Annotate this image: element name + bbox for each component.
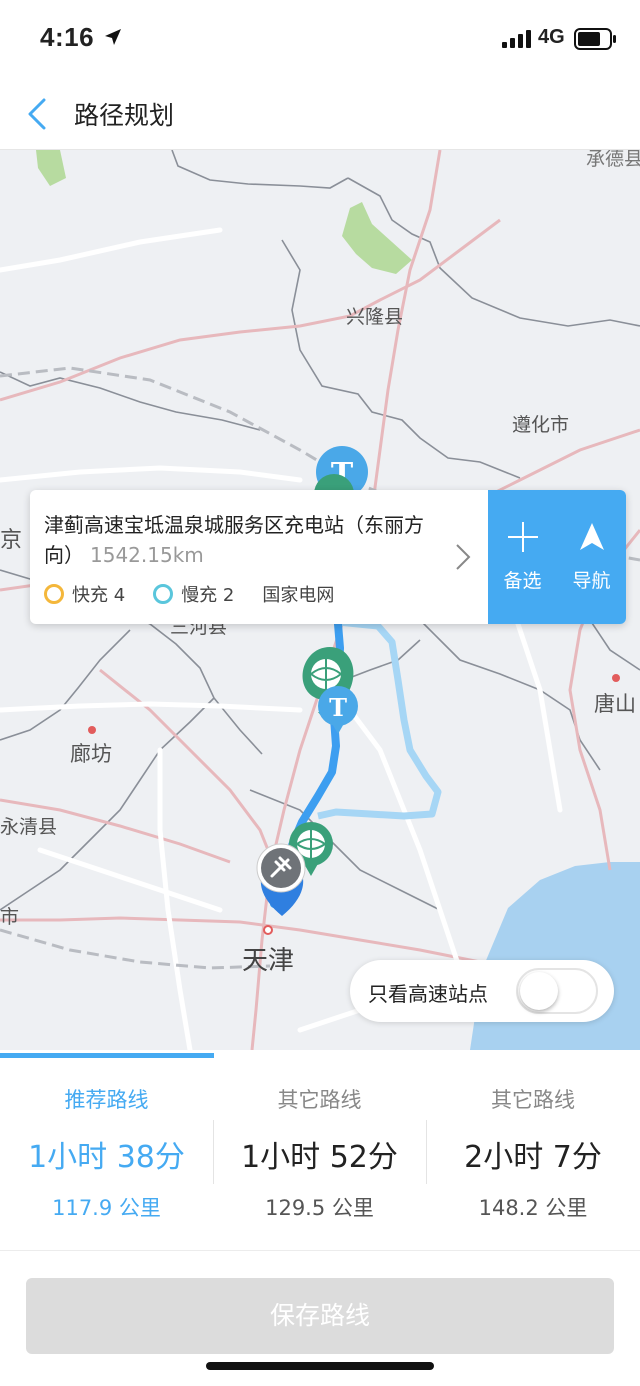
network-type: 4G xyxy=(538,26,565,48)
charger-summary: 快充 4 慢充 2 国家电网 xyxy=(44,582,334,606)
route-time: 1小时 38分 xyxy=(28,1140,185,1175)
station-operator: 国家电网 xyxy=(262,585,335,606)
navigate-label: 导航 xyxy=(572,570,611,592)
map-label-xinglong: 兴隆县 xyxy=(346,306,404,328)
home-indicator[interactable] xyxy=(206,1362,434,1370)
station-name: 津蓟高速宝坻温泉城服务区充电站（东丽方向） 1542.15km xyxy=(44,510,444,570)
screen: 4:16 4G 路径规划 T T 承德县 兴隆县 遵化市 京 三河县 廊坊 永清… xyxy=(0,0,640,1386)
station-info-card[interactable]: 津蓟高速宝坻温泉城服务区充电站（东丽方向） 1542.15km 快充 4 慢充 2… xyxy=(30,490,626,624)
route-time: 1小时 52分 xyxy=(241,1140,398,1175)
map-label-tangshan: 唐山 xyxy=(594,692,636,716)
station-actions: 备选 导航 xyxy=(488,490,626,624)
add-alternative-button[interactable]: 备选 xyxy=(488,490,557,624)
highway-only-switch[interactable] xyxy=(516,968,598,1014)
route-option-recommended[interactable]: 推荐路线 1小时 38分 117.9 公里 xyxy=(0,1050,213,1250)
navigate-arrow-icon xyxy=(579,523,604,550)
status-bar: 4:16 4G xyxy=(0,0,640,80)
chevron-right-icon[interactable] xyxy=(454,542,472,572)
map-label-tianjin: 天津 xyxy=(242,946,295,976)
route-map[interactable]: T T 承德县 兴隆县 遵化市 京 三河县 廊坊 永清县 市 唐山 天津 津蓟高… xyxy=(0,150,640,1050)
map-label-langfang: 廊坊 xyxy=(70,742,112,766)
map-label-zunhua: 遵化市 xyxy=(512,414,570,436)
battery-icon xyxy=(574,28,616,50)
add-alternative-label: 备选 xyxy=(503,570,542,592)
highway-only-label: 只看高速站点 xyxy=(368,982,488,1006)
fast-charge-label: 快充 4 xyxy=(72,585,126,606)
fast-charge-count: 快充 4 xyxy=(44,581,125,607)
route-option-2[interactable]: 其它路线 1小时 52分 129.5 公里 xyxy=(213,1050,426,1250)
plus-icon xyxy=(507,522,538,552)
route-options: 推荐路线 1小时 38分 117.9 公里 其它路线 1小时 52分 129.5… xyxy=(0,1050,640,1250)
cellular-signal-icon xyxy=(502,30,531,48)
status-time: 4:16 xyxy=(40,22,95,52)
route-distance: 148.2 公里 xyxy=(478,1196,588,1220)
nav-bar: 路径规划 xyxy=(0,80,640,150)
location-arrow-icon xyxy=(105,29,121,45)
station-info-main[interactable]: 津蓟高速宝坻温泉城服务区充电站（东丽方向） 1542.15km 快充 4 慢充 2… xyxy=(30,490,488,624)
save-route-button[interactable]: 保存路线 xyxy=(26,1278,614,1354)
back-chevron-icon[interactable] xyxy=(18,94,58,134)
svg-text:T: T xyxy=(329,693,347,722)
route-label: 推荐路线 xyxy=(64,1088,149,1112)
route-time: 2小时 7分 xyxy=(464,1140,602,1175)
slow-charge-label: 慢充 2 xyxy=(181,585,235,606)
highway-only-toggle: 只看高速站点 xyxy=(350,960,614,1022)
map-label-yongqing: 永清县 xyxy=(0,816,58,838)
map-label-shi: 市 xyxy=(0,906,20,928)
page-title: 路径规划 xyxy=(74,101,175,130)
switch-knob xyxy=(520,972,558,1010)
navigate-button[interactable]: 导航 xyxy=(557,490,626,624)
destination-marker[interactable] xyxy=(256,843,306,916)
station-marker-blue-mid[interactable]: T xyxy=(318,686,358,734)
slow-charge-icon xyxy=(153,584,174,604)
station-distance: 1542.15km xyxy=(90,543,204,567)
map-label-chengde: 承德县 xyxy=(586,150,640,170)
route-distance: 117.9 公里 xyxy=(52,1196,161,1220)
slow-charge-count: 慢充 2 xyxy=(153,581,234,607)
route-distance: 129.5 公里 xyxy=(265,1196,374,1220)
divider xyxy=(0,1250,640,1251)
route-label: 其它路线 xyxy=(491,1088,575,1112)
map-label-jing: 京 xyxy=(0,528,23,553)
route-label: 其它路线 xyxy=(277,1088,362,1112)
route-option-3[interactable]: 其它路线 2小时 7分 148.2 公里 xyxy=(426,1050,640,1250)
fast-charge-icon xyxy=(44,584,64,604)
